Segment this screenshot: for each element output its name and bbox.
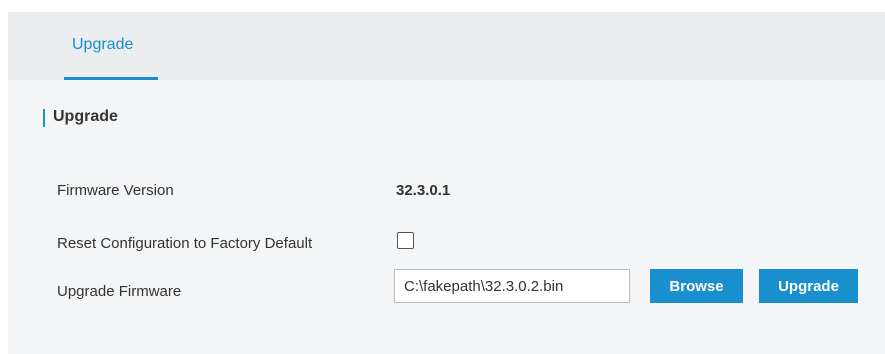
section-title: Upgrade <box>53 108 118 125</box>
upgrade-firmware-label: Upgrade Firmware <box>57 283 182 300</box>
firmware-version-value: 32.3.0.1 <box>396 182 451 199</box>
tab-bar: Upgrade <box>8 12 885 80</box>
tab-upgrade[interactable]: Upgrade <box>64 12 158 80</box>
firmware-file-field[interactable] <box>394 269 630 303</box>
active-tab-indicator <box>64 77 158 80</box>
section-title-accent <box>43 109 45 127</box>
tab-upgrade-label: Upgrade <box>72 36 134 53</box>
firmware-version-label: Firmware Version <box>57 182 174 199</box>
reset-config-checkbox[interactable] <box>397 232 414 249</box>
upgrade-button[interactable]: Upgrade <box>759 269 858 303</box>
browse-button[interactable]: Browse <box>650 269 743 303</box>
reset-config-label: Reset Configuration to Factory Default <box>57 235 313 252</box>
